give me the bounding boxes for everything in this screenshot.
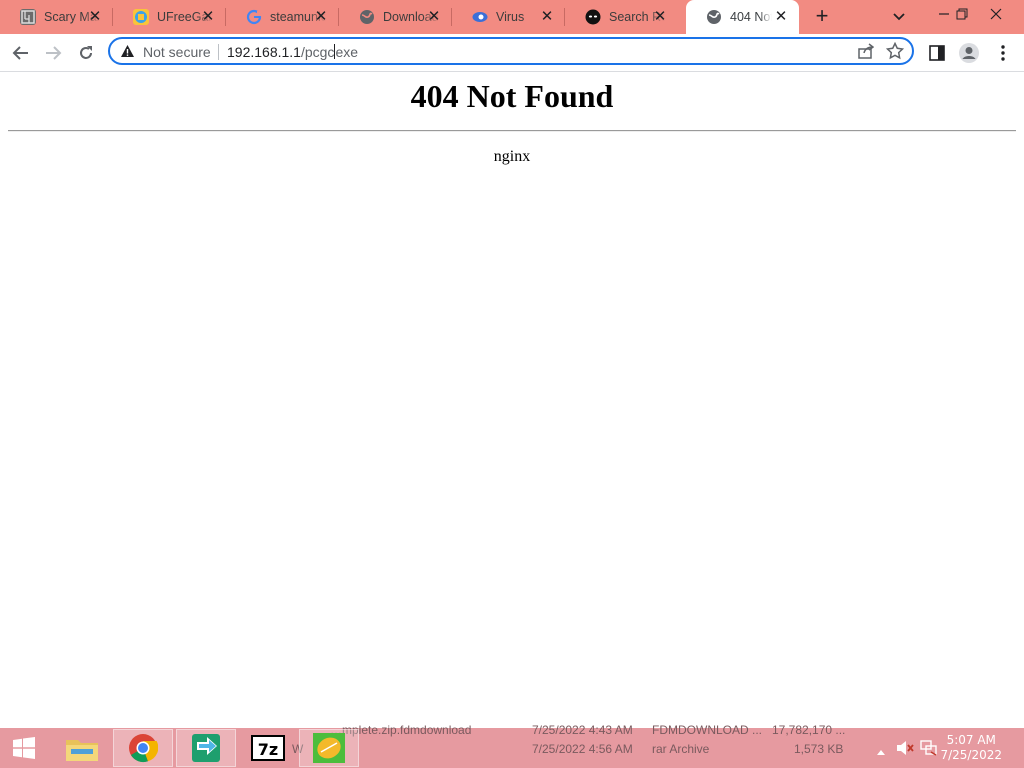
svg-text:7z: 7z [258,740,278,759]
close-tab-icon[interactable]: ✕ [773,9,789,25]
bg-file-date: 7/25/2022 4:56 AM [532,742,633,756]
close-tab-icon[interactable]: ✕ [200,9,216,25]
folder-icon [66,740,98,761]
close-tab-icon[interactable]: ✕ [426,9,442,25]
download-manager-icon [192,734,220,762]
server-name: nginx [493,148,531,165]
share-icon[interactable] [858,43,875,64]
windows-logo-icon [13,737,35,759]
bg-file-date: 7/25/2022 4:43 AM [532,723,633,737]
globe-favicon-icon [359,9,375,25]
kebab-menu-icon [1001,45,1005,61]
side-panel-icon [929,45,945,61]
restore-button[interactable] [946,0,978,28]
back-arrow-icon [12,46,28,60]
reload-button[interactable] [73,40,99,66]
forward-arrow-icon [46,46,62,60]
address-bar[interactable]: Not secure 192.168.1.1/pcgcexe [108,37,914,65]
divider [8,130,1016,132]
forward-button[interactable] [40,40,66,66]
side-panel-button[interactable] [924,40,950,66]
web-page: 404 Not Found nginx [0,72,1024,728]
ufreegames-favicon-icon [133,9,149,25]
back-button[interactable] [8,40,34,66]
volume-muted-icon[interactable] [896,740,914,761]
close-tab-icon[interactable]: ✕ [652,9,668,25]
virus-favicon-icon [472,9,488,25]
clock-time: 5:07 AM [946,733,996,747]
tab-download[interactable]: Download ✕ [339,0,452,34]
page-heading: 404 Not Found [410,78,614,114]
new-tab-button[interactable]: + [810,5,834,29]
bg-file-type: rar Archive [652,742,710,756]
7zip-icon: 7z [251,735,285,761]
google-favicon-icon [246,9,262,25]
start-button[interactable] [0,729,48,767]
clock-date: 7/25/2022 [940,748,1002,762]
menu-button[interactable] [990,40,1016,66]
profile-avatar-icon [959,43,979,63]
tab-404-not-found[interactable]: 404 Not Found ✕ [686,0,799,34]
close-tab-icon[interactable]: ✕ [539,9,555,25]
tab-search-chevron-icon[interactable] [890,8,908,26]
browser-toolbar: Not secure 192.168.1.1/pcgcexe [0,34,1024,72]
chrome-logo-icon [129,734,158,763]
profile-button[interactable] [956,40,982,66]
maze-favicon-icon [20,9,36,25]
game-taskbar-button[interactable] [299,729,359,767]
show-hidden-icons-icon[interactable] [876,743,886,761]
download-manager-taskbar-button[interactable] [176,729,236,767]
close-tab-icon[interactable]: ✕ [313,9,329,25]
security-label[interactable]: Not secure [143,44,211,60]
tab-search-results[interactable]: Search Results ✕ [565,0,678,34]
tab-scary-maze[interactable]: Scary Maze Game ✕ [0,0,113,34]
bg-file-size: 17,782,170 ... [772,723,846,737]
mask-favicon-icon [585,9,601,25]
taskbar: …mplete.zip.fdmdownload 7/25/2022 4:43 A… [0,723,1024,768]
network-icon[interactable] [920,740,938,761]
7zip-taskbar-button[interactable]: 7z [238,729,298,767]
bookmark-star-icon[interactable] [885,41,905,65]
close-tab-icon[interactable]: ✕ [87,9,103,25]
chrome-taskbar-button[interactable] [113,729,173,767]
warning-triangle-icon[interactable] [120,44,135,63]
file-explorer-taskbar-button[interactable] [52,729,112,767]
close-window-button[interactable] [980,0,1012,28]
url-text[interactable]: 192.168.1.1/pcgcexe [227,44,358,60]
tab-steamunlocked[interactable]: steamunlocked ✕ [226,0,339,34]
tab-ufreegames[interactable]: UFreeGames ✕ [113,0,226,34]
system-clock[interactable]: 5:07 AM 7/25/2022 [940,733,1002,763]
lemon-game-icon [313,733,345,763]
bg-file-type: FDMDOWNLOAD ... [652,723,762,737]
globe-favicon-icon [706,9,722,25]
bg-file-size: 1,573 KB [794,742,844,756]
tab-virus[interactable]: Virus ✕ [452,0,565,34]
tab-strip: Scary Maze Game ✕ UFreeGames ✕ steamunlo… [0,0,1024,34]
tab-title: 404 Not Found [730,10,772,24]
reload-icon [80,46,92,59]
